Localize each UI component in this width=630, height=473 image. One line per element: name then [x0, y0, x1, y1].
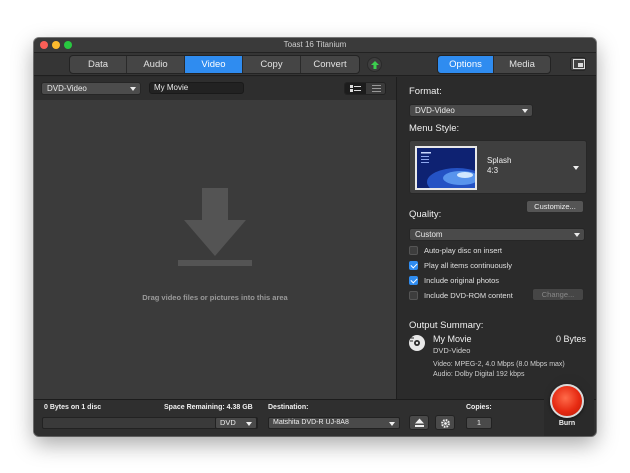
arrow-down-icon — [178, 188, 252, 266]
include-photos-label: Include original photos — [424, 276, 500, 285]
destination-value: Matshita DVD-R UJ-8A8 — [273, 419, 349, 426]
burn-control: Burn — [546, 380, 590, 434]
summary-video: Video: MPEG-2, 4.0 Mbps (8.0 Mbps max) — [433, 361, 565, 368]
menu-style-label: Menu Style: — [409, 123, 460, 134]
play-all-label: Play all items continuously — [424, 261, 512, 270]
summary-format: DVD-Video — [433, 346, 471, 355]
options-panel: Format: DVD-Video Menu Style: Splash 4:3… — [396, 77, 596, 404]
copies-value: 1 — [476, 418, 482, 427]
tab-media[interactable]: Media — [494, 56, 550, 73]
chevron-down-icon — [573, 166, 579, 170]
gear-icon — [441, 419, 450, 428]
toolbar: Data Audio Video Copy Convert Options Me… — [34, 53, 596, 76]
change-button[interactable]: Change... — [532, 288, 584, 301]
burn-label: Burn — [558, 420, 576, 427]
eject-button[interactable] — [409, 415, 429, 430]
tab-video[interactable]: Video — [185, 56, 243, 73]
output-summary: My Movie 0 Bytes DVD-Video Video: MPEG-2… — [396, 38, 596, 378]
arrow-up-circle-icon[interactable] — [367, 57, 382, 72]
window-title: Toast 16 Titanium — [283, 40, 347, 49]
menu-style-thumbnail — [415, 146, 477, 190]
menu-style-name: Splash — [487, 156, 512, 165]
list-view-icon[interactable] — [366, 83, 385, 94]
destination-label: Destination: — [268, 404, 309, 411]
content-pane: DVD-Video My Movie Drag video files or p… — [34, 77, 396, 433]
disc-icon — [409, 335, 425, 351]
drop-zone[interactable]: Drag video files or pictures into this a… — [34, 100, 396, 413]
view-toggle — [344, 82, 386, 95]
tab-data[interactable]: Data — [70, 56, 127, 73]
menu-style-select[interactable]: Splash 4:3 — [409, 140, 587, 194]
app-window: Toast 16 Titanium Data Audio Video Copy … — [34, 38, 596, 436]
media-type-select[interactable]: DVD — [215, 417, 257, 429]
eject-icon — [415, 418, 424, 427]
usage-text: 0 Bytes on 1 disc — [44, 404, 102, 411]
destination-select[interactable]: Matshita DVD-R UJ-8A8 — [268, 417, 400, 429]
menu-style-ratio: 4:3 — [487, 166, 499, 175]
customize-button[interactable]: Customize... — [526, 200, 584, 213]
disc-title-input[interactable]: My Movie — [149, 82, 244, 94]
status-bar: 0 Bytes on 1 disc Space Remaining: 4.38 … — [34, 399, 596, 436]
summary-audio: Audio: Dolby Digital 192 kbps — [433, 371, 525, 378]
space-remaining-text: Space Remaining: 4.38 GB — [164, 404, 253, 411]
autoplay-label: Auto-play disc on insert — [424, 246, 502, 255]
chevron-down-icon — [246, 422, 252, 426]
format-select[interactable]: DVD-Video — [41, 82, 141, 95]
panel-tabs: Options Media — [437, 55, 551, 74]
summary-title: My Movie — [433, 334, 472, 344]
category-tabs: Data Audio Video Copy Convert — [69, 55, 360, 74]
output-summary-label: Output Summary: — [409, 320, 484, 331]
title-bar: Toast 16 Titanium — [34, 38, 596, 53]
recorder-settings-button[interactable] — [435, 415, 455, 430]
chevron-down-icon — [574, 233, 580, 237]
tab-copy[interactable]: Copy — [243, 56, 301, 73]
summary-bytes: 0 Bytes — [555, 334, 586, 344]
quality-label: Quality: — [409, 209, 442, 220]
output-format-value: DVD-Video — [415, 106, 455, 115]
tab-options[interactable]: Options — [438, 56, 495, 73]
copies-label: Copies: — [466, 404, 492, 411]
list-detail-view-icon[interactable] — [345, 83, 366, 94]
autoplay-checkbox[interactable] — [409, 246, 418, 255]
dvd-rom-label: Include DVD-ROM content — [424, 291, 513, 300]
quality-value: Custom — [415, 230, 443, 239]
picture-in-picture-icon[interactable] — [570, 57, 586, 71]
include-photos-checkbox[interactable] — [409, 276, 418, 285]
chevron-down-icon — [130, 87, 136, 91]
chevron-down-icon — [522, 109, 528, 113]
format-select-label: DVD-Video — [47, 84, 87, 93]
tab-convert[interactable]: Convert — [301, 56, 359, 73]
copies-stepper[interactable]: 1 — [466, 417, 492, 429]
drop-hint-text: Drag video files or pictures into this a… — [142, 293, 288, 302]
content-toolbar: DVD-Video My Movie — [34, 77, 396, 100]
format-label: Format: — [409, 86, 442, 97]
quality-select[interactable]: Custom — [409, 228, 585, 241]
chevron-down-icon — [389, 422, 395, 426]
output-format-select[interactable]: DVD-Video — [409, 104, 533, 117]
play-all-checkbox[interactable] — [409, 261, 418, 270]
tab-audio[interactable]: Audio — [127, 56, 185, 73]
media-type-value: DVD — [220, 418, 236, 427]
dvd-rom-checkbox[interactable] — [409, 291, 418, 300]
burn-button[interactable] — [550, 384, 584, 418]
